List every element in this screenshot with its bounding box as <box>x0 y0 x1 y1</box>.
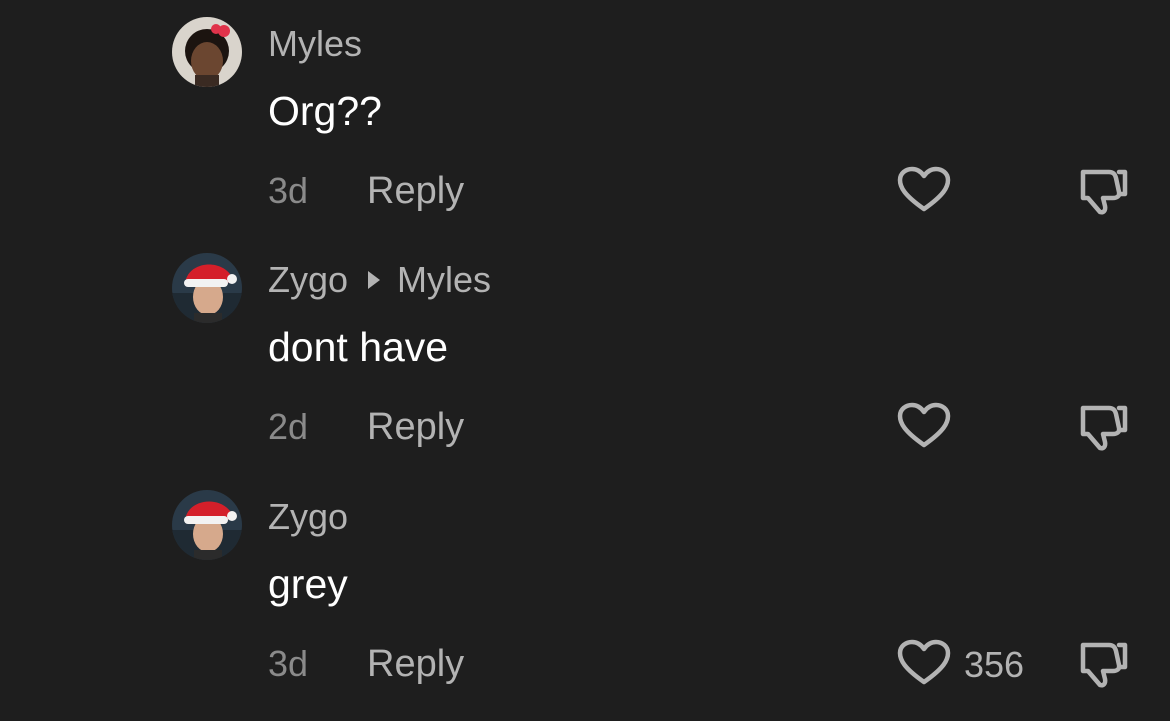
username[interactable]: Zygo <box>268 259 348 301</box>
reply-button[interactable]: Reply <box>367 168 464 214</box>
comment-item: Myles Org?? 3d Reply <box>0 0 1170 236</box>
comment-text: grey <box>268 561 348 607</box>
comment-author[interactable]: Zygo <box>268 495 348 539</box>
avatar[interactable] <box>172 253 242 323</box>
like-button[interactable] <box>896 166 952 218</box>
comment-text: Org?? <box>268 88 382 134</box>
avatar[interactable] <box>172 17 242 87</box>
dislike-button[interactable] <box>1073 402 1131 454</box>
username[interactable]: Zygo <box>268 496 348 538</box>
comment-text: dont have <box>268 324 449 370</box>
dislike-button[interactable] <box>1073 166 1131 218</box>
dislike-button[interactable] <box>1073 639 1131 691</box>
like-button[interactable] <box>896 402 952 454</box>
comment-item: Zygo Myles dont have 2d Reply <box>0 236 1170 472</box>
comment-timestamp: 2d <box>268 406 309 447</box>
comment-item: Zygo grey 3d Reply 356 <box>0 473 1170 709</box>
comment-timestamp: 3d <box>268 643 309 684</box>
thumbs-down-icon <box>1075 164 1129 221</box>
like-count: 356 <box>964 644 1025 685</box>
thumbs-down-icon <box>1075 637 1129 694</box>
comment-author[interactable]: Myles <box>268 22 362 66</box>
reply-arrow-icon <box>368 271 381 289</box>
thumbs-down-icon <box>1075 400 1129 457</box>
comment-timestamp: 3d <box>268 170 309 211</box>
heart-outline-icon <box>896 638 952 693</box>
reply-to-username[interactable]: Myles <box>397 259 491 301</box>
heart-outline-icon <box>896 165 952 220</box>
username[interactable]: Myles <box>268 23 362 65</box>
like-button[interactable]: 356 <box>896 639 1024 691</box>
comment-author[interactable]: Zygo Myles <box>268 258 491 302</box>
reply-button[interactable]: Reply <box>367 641 464 687</box>
avatar[interactable] <box>172 490 242 560</box>
heart-outline-icon <box>896 401 952 456</box>
reply-button[interactable]: Reply <box>367 404 464 450</box>
